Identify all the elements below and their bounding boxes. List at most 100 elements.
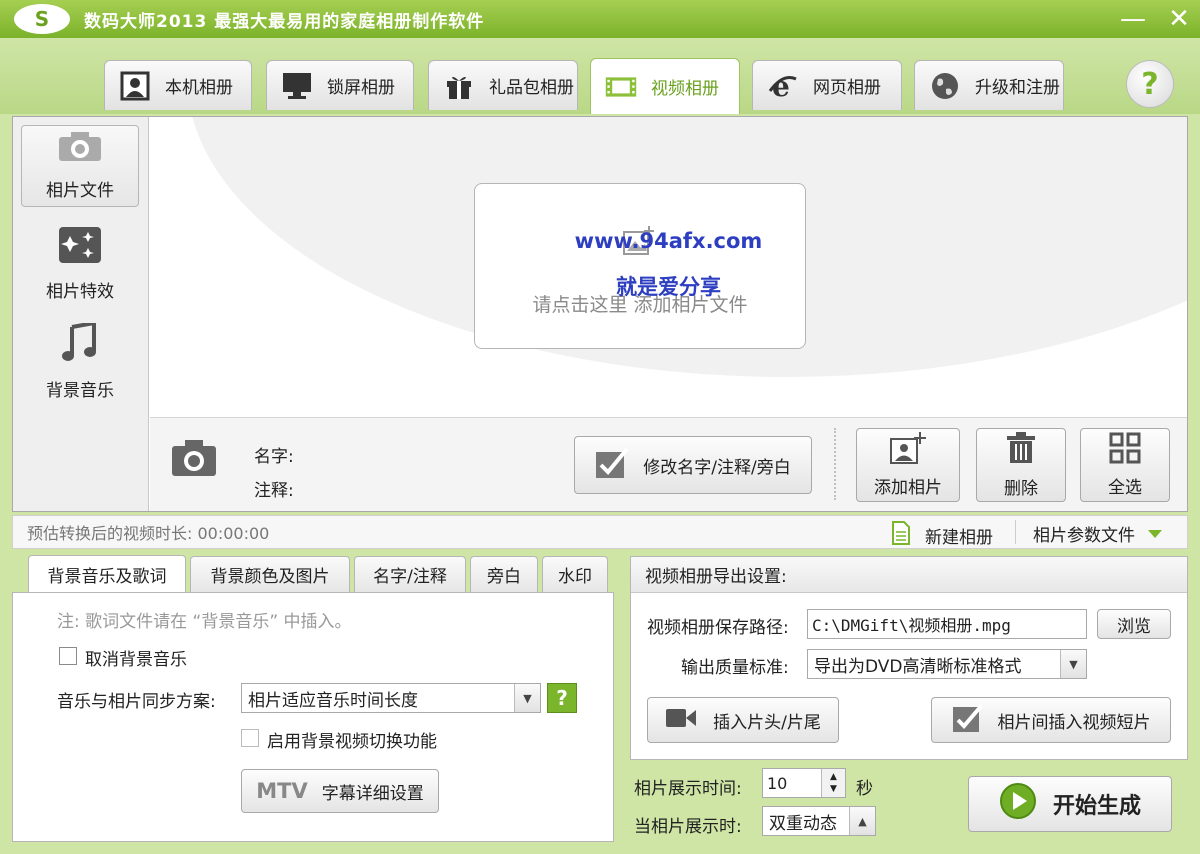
start-generate-button[interactable]: 开始生成	[968, 776, 1172, 832]
button-label: 相片间插入视频短片	[997, 712, 1151, 733]
tab-bg-color-image[interactable]: 背景颜色及图片	[190, 556, 350, 592]
watermark-url: www.94afx.com	[574, 229, 763, 253]
photo-info-bar: 名字: 注释: 修改名字/注释/旁白 添加相片 删除 全选	[150, 417, 1187, 511]
insert-head-tail-button[interactable]: 插入片头/片尾	[647, 697, 839, 743]
portrait-icon	[119, 70, 151, 102]
help-button[interactable]: ?	[1126, 60, 1174, 108]
main-tab-bar: 本机相册 锁屏相册 礼品包相册 视频相册 e 网页相册 升级和注册 ?	[0, 38, 1200, 114]
photo-workspace: 相片文件 相片特效 背景音乐 请点击这里 添加相片文件 www.94afx.co…	[12, 116, 1188, 512]
select-value: 导出为DVD高清晰标准格式	[814, 656, 1022, 677]
tab-gift-album[interactable]: 礼品包相册	[428, 60, 578, 110]
sync-help-button[interactable]: ?	[547, 683, 577, 713]
sync-label: 音乐与相片同步方案:	[57, 692, 216, 712]
display-mode-select[interactable]: 双重动态 ▲	[762, 806, 876, 836]
button-label: 新建相册	[925, 528, 993, 548]
edit-name-note-button[interactable]: 修改名字/注释/旁白	[574, 436, 812, 494]
export-settings-panel: 视频相册导出设置: 视频相册保存路径: C:\DMGift\视频相册.mpg 浏…	[630, 556, 1188, 760]
seconds-unit: 秒	[856, 779, 873, 799]
sidebar-item-photo-effects[interactable]: 相片特效	[21, 223, 139, 305]
sidebar: 相片文件 相片特效 背景音乐	[13, 117, 149, 511]
select-value: 双重动态	[769, 813, 837, 834]
tab-label: 礼品包相册	[489, 78, 574, 98]
photo-canvas: 请点击这里 添加相片文件 www.94afx.com 就是爱分享	[150, 117, 1187, 417]
document-icon	[891, 521, 911, 550]
sidebar-item-label: 背景音乐	[46, 381, 114, 401]
chevron-down-icon: ▼	[1060, 650, 1086, 678]
grid-icon	[1109, 432, 1141, 469]
tab-upgrade-register[interactable]: 升级和注册	[914, 60, 1064, 110]
edit-check-icon	[952, 703, 984, 738]
status-strip: 预估转换后的视频时长: 00:00:00 新建相册 相片参数文件	[12, 515, 1188, 549]
cancel-music-checkbox[interactable]	[59, 647, 77, 665]
tab-music-lyrics[interactable]: 背景音乐及歌词	[28, 555, 186, 593]
spinner-arrows-icon[interactable]: ▲ ▼	[821, 769, 845, 797]
watermark-slogan: 就是爱分享	[616, 275, 721, 299]
name-label: 名字:	[254, 447, 294, 467]
camera-icon	[170, 438, 218, 487]
enable-video-switch-checkbox[interactable]	[241, 729, 259, 747]
tab-lockscreen-album[interactable]: 锁屏相册	[266, 60, 414, 110]
window-title: 数码大师2013 最强大最易用的家庭相册制作软件	[84, 11, 485, 32]
export-settings-header: 视频相册导出设置:	[631, 557, 1187, 593]
mtv-icon: MTV	[256, 779, 308, 803]
select-value: 相片适应音乐时间长度	[248, 690, 418, 711]
button-label: 开始生成	[1052, 794, 1141, 819]
display-mode-label: 当相片展示时:	[634, 817, 742, 837]
quality-label: 输出质量标准:	[681, 658, 789, 678]
sparkle-icon	[58, 226, 102, 269]
sidebar-item-label: 相片特效	[46, 282, 114, 302]
tab-name-note[interactable]: 名字/注释	[354, 556, 466, 592]
tab-local-album[interactable]: 本机相册	[104, 60, 252, 110]
video-camera-icon	[665, 707, 697, 734]
save-path-label: 视频相册保存路径:	[647, 618, 789, 638]
tab-video-album[interactable]: 视频相册	[590, 58, 740, 114]
chevron-up-icon: ▲	[849, 807, 875, 835]
play-icon	[999, 782, 1037, 826]
tab-label: 本机相册	[165, 78, 233, 98]
tab-watermark[interactable]: 水印	[542, 556, 608, 592]
new-album-button[interactable]: 新建相册	[891, 521, 993, 550]
close-button[interactable]: ✕	[1162, 2, 1196, 36]
cancel-music-label: 取消背景音乐	[85, 650, 187, 670]
tab-web-album[interactable]: e 网页相册	[752, 60, 902, 110]
display-time-label: 相片展示时间:	[634, 779, 742, 799]
note-label: 注释:	[254, 481, 294, 501]
subtitle-settings-button[interactable]: MTV 字幕详细设置	[241, 769, 439, 813]
insert-clip-button[interactable]: 相片间插入视频短片	[931, 697, 1171, 743]
tab-label: 网页相册	[813, 78, 881, 98]
delete-button[interactable]: 删除	[976, 428, 1066, 502]
save-path-input[interactable]: C:\DMGift\视频相册.mpg	[807, 609, 1087, 639]
sidebar-item-label: 相片文件	[46, 181, 114, 201]
enable-video-switch-label: 启用背景视频切换功能	[267, 732, 437, 752]
button-label: 添加相片	[874, 478, 942, 498]
chevron-down-icon: ▼	[514, 684, 540, 712]
button-label: 修改名字/注释/旁白	[643, 457, 791, 478]
button-label: 插入片头/片尾	[713, 712, 821, 733]
edit-check-icon	[595, 447, 629, 484]
button-label: 删除	[1004, 479, 1038, 499]
button-label: 相片参数文件	[1033, 526, 1135, 546]
output-quality-select[interactable]: 导出为DVD高清晰标准格式 ▼	[807, 649, 1087, 679]
music-note-icon	[62, 320, 98, 368]
add-photo-dropzone[interactable]: 请点击这里 添加相片文件	[474, 183, 806, 349]
tab-label: 升级和注册	[975, 78, 1060, 98]
globe-icon	[929, 70, 961, 102]
gift-icon	[443, 70, 475, 102]
divider	[1015, 520, 1016, 544]
display-time-spinner[interactable]: 10 ▲ ▼	[762, 768, 846, 798]
button-label: 字幕详细设置	[321, 783, 424, 804]
add-photo-button[interactable]: 添加相片	[856, 428, 960, 502]
tab-label: 锁屏相册	[327, 78, 395, 98]
sidebar-item-photo-files[interactable]: 相片文件	[21, 125, 139, 207]
browse-button[interactable]: 浏览	[1097, 609, 1171, 639]
photo-param-file-menu[interactable]: 相片参数文件	[1033, 521, 1163, 546]
divider	[834, 428, 836, 500]
minimize-button[interactable]: —	[1116, 2, 1150, 36]
sidebar-item-background-music[interactable]: 背景音乐	[21, 320, 139, 403]
app-logo: S	[14, 4, 70, 34]
chevron-down-icon	[1147, 524, 1163, 544]
select-all-button[interactable]: 全选	[1080, 428, 1170, 502]
tab-label: 视频相册	[651, 79, 719, 99]
tab-narration[interactable]: 旁白	[470, 556, 538, 592]
sync-scheme-select[interactable]: 相片适应音乐时间长度 ▼	[241, 683, 541, 713]
